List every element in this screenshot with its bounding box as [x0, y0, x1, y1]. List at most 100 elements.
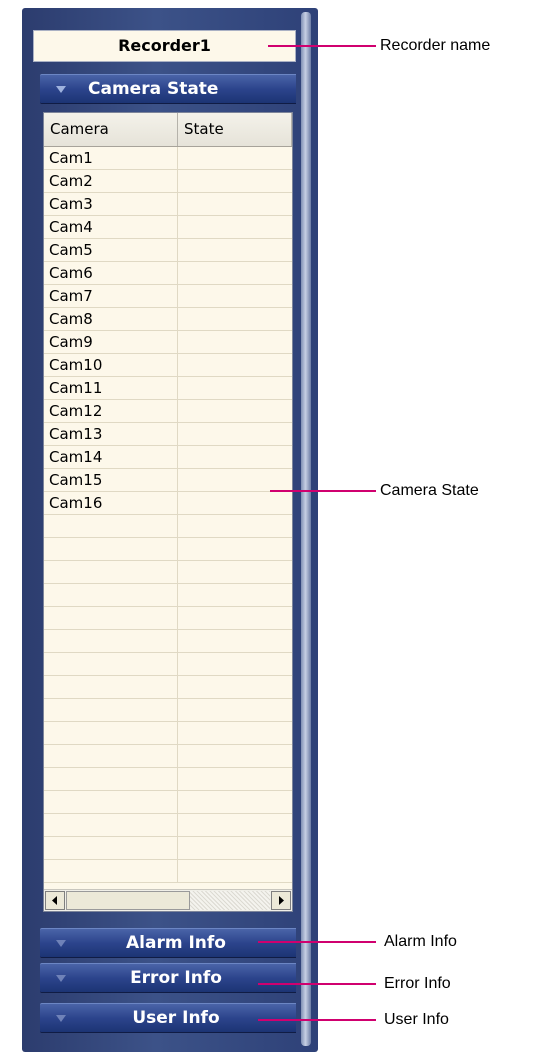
recorder-name: Recorder1	[33, 30, 296, 62]
cell-camera: Cam15	[44, 469, 178, 491]
cell-state	[178, 377, 292, 399]
table-row[interactable]: Cam13	[44, 423, 292, 446]
cell-camera: Cam12	[44, 400, 178, 422]
table-row[interactable]: Cam9	[44, 331, 292, 354]
cell-state	[178, 354, 292, 376]
cell-state	[178, 860, 292, 882]
table-row[interactable]: Cam7	[44, 285, 292, 308]
camera-state-table: Camera State Cam1 Cam2 Cam3 Cam4 Cam5 Cam6 Cam…	[43, 112, 293, 912]
cell-state	[178, 170, 292, 192]
cell-state	[178, 400, 292, 422]
scrollbar-thumb[interactable]	[66, 891, 190, 910]
cell-camera	[44, 607, 178, 629]
table-row[interactable]: Cam4	[44, 216, 292, 239]
cell-state	[178, 469, 292, 491]
cell-state	[178, 745, 292, 767]
table-row[interactable]: Cam5	[44, 239, 292, 262]
table-row[interactable]: Cam2	[44, 170, 292, 193]
cell-camera: Cam8	[44, 308, 178, 330]
table-header-row: Camera State	[44, 113, 292, 147]
cell-camera: Cam13	[44, 423, 178, 445]
table-row[interactable]	[44, 814, 292, 837]
table-row[interactable]: Cam6	[44, 262, 292, 285]
cell-camera	[44, 515, 178, 537]
cell-state	[178, 722, 292, 744]
user-info-header[interactable]: User Info	[40, 1003, 296, 1033]
table-row[interactable]	[44, 791, 292, 814]
table-row[interactable]: Cam12	[44, 400, 292, 423]
callout-label-error-info: Error Info	[384, 975, 451, 992]
table-row[interactable]: Cam15	[44, 469, 292, 492]
cell-state	[178, 308, 292, 330]
table-row[interactable]	[44, 768, 292, 791]
cell-camera: Cam11	[44, 377, 178, 399]
camera-state-header[interactable]: Camera State	[40, 74, 296, 104]
scroll-left-button[interactable]	[45, 891, 65, 910]
table-row[interactable]	[44, 837, 292, 860]
cell-state	[178, 791, 292, 813]
table-row[interactable]: Cam3	[44, 193, 292, 216]
table-row[interactable]	[44, 722, 292, 745]
arrow-left-icon	[52, 896, 57, 905]
cell-camera: Cam4	[44, 216, 178, 238]
table-row[interactable]: Cam14	[44, 446, 292, 469]
cell-camera	[44, 722, 178, 744]
alarm-info-header[interactable]: Alarm Info	[40, 928, 296, 958]
scroll-right-button[interactable]	[271, 891, 291, 910]
cell-state	[178, 331, 292, 353]
cell-state	[178, 630, 292, 652]
cell-state	[178, 561, 292, 583]
arrow-right-icon	[279, 896, 284, 905]
table-row[interactable]	[44, 653, 292, 676]
cell-camera: Cam7	[44, 285, 178, 307]
table-row[interactable]: Cam11	[44, 377, 292, 400]
table-row[interactable]: Cam10	[44, 354, 292, 377]
table-row[interactable]	[44, 630, 292, 653]
table-row[interactable]: Cam8	[44, 308, 292, 331]
cell-state	[178, 837, 292, 859]
table-row[interactable]: Cam16	[44, 492, 292, 515]
camera-state-label: Camera State	[88, 79, 219, 99]
cell-camera: Cam5	[44, 239, 178, 261]
cell-camera	[44, 814, 178, 836]
error-info-header[interactable]: Error Info	[40, 963, 296, 993]
table-row[interactable]	[44, 860, 292, 883]
cell-camera: Cam2	[44, 170, 178, 192]
horizontal-scrollbar[interactable]	[44, 889, 292, 911]
cell-camera	[44, 837, 178, 859]
table-row[interactable]	[44, 561, 292, 584]
cell-camera: Cam6	[44, 262, 178, 284]
table-row[interactable]	[44, 515, 292, 538]
callout-label-camera-state: Camera State	[380, 482, 479, 499]
callout-label-user-info: User Info	[384, 1011, 449, 1028]
cell-camera	[44, 653, 178, 675]
cell-state	[178, 607, 292, 629]
cell-state	[178, 193, 292, 215]
cell-state	[178, 446, 292, 468]
table-row[interactable]	[44, 676, 292, 699]
cell-state	[178, 147, 292, 169]
callout-label-alarm-info: Alarm Info	[384, 933, 457, 950]
table-row[interactable]	[44, 584, 292, 607]
column-header-state[interactable]: State	[178, 113, 292, 146]
cell-state	[178, 584, 292, 606]
triangle-down-icon	[56, 86, 66, 93]
cell-camera	[44, 538, 178, 560]
scrollbar-track[interactable]	[190, 891, 270, 910]
table-row[interactable]: Cam1	[44, 147, 292, 170]
table-row[interactable]	[44, 699, 292, 722]
table-row[interactable]	[44, 745, 292, 768]
cell-camera	[44, 768, 178, 790]
table-row[interactable]	[44, 538, 292, 561]
callout-line-recorder-name	[268, 45, 376, 47]
cell-state	[178, 538, 292, 560]
table-rows: Cam1 Cam2 Cam3 Cam4 Cam5 Cam6 Cam7 Cam8 Cam9 Cam1…	[44, 147, 292, 883]
table-row[interactable]	[44, 607, 292, 630]
cell-camera	[44, 630, 178, 652]
callout-line-user-info	[258, 1019, 376, 1021]
callout-line-error-info	[258, 983, 376, 985]
cell-camera: Cam1	[44, 147, 178, 169]
column-header-camera[interactable]: Camera	[44, 113, 178, 146]
cell-state	[178, 515, 292, 537]
cell-camera	[44, 791, 178, 813]
